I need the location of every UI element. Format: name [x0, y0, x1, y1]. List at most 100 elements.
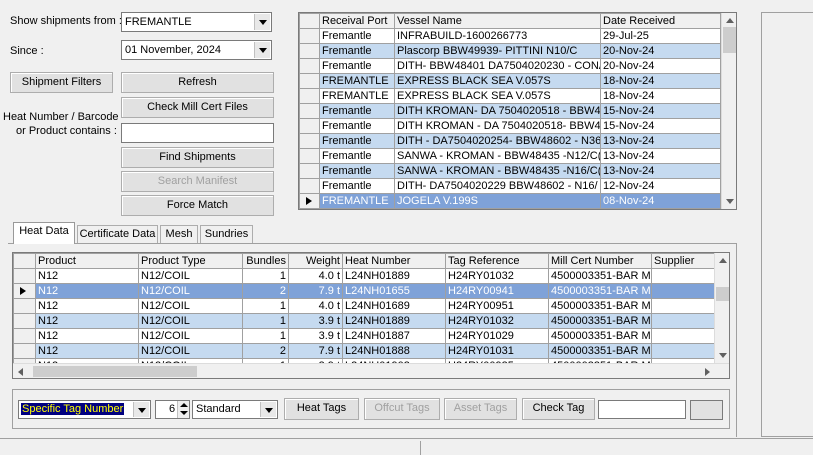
heat-mill-cert-cell[interactable]: 4500003351-BAR M	[548, 313, 652, 329]
shipment-port-cell[interactable]: Fremantle	[319, 58, 395, 74]
shipment-date-cell[interactable]: 13-Nov-24	[600, 148, 721, 164]
shipment-port-cell[interactable]: Fremantle	[319, 43, 395, 59]
heat-mill-cert-cell[interactable]: 4500003351-BAR M	[548, 283, 652, 299]
row-indicator[interactable]	[299, 28, 320, 44]
shipment-date-cell[interactable]: 18-Nov-24	[600, 88, 721, 104]
heat-supplier-cell[interactable]	[651, 268, 716, 284]
col-product-type[interactable]: Product Type	[138, 253, 243, 269]
refresh-button[interactable]: Refresh	[121, 72, 274, 93]
row-indicator[interactable]	[299, 58, 320, 74]
tab-sundries[interactable]: Sundries	[200, 225, 253, 244]
chevron-down-icon[interactable]	[260, 402, 276, 417]
heat-number-cell[interactable]: L24NH01888	[342, 343, 446, 359]
row-indicator[interactable]	[299, 133, 320, 149]
shipment-date-cell[interactable]: 20-Nov-24	[600, 43, 721, 59]
shipment-row[interactable]: FREMANTLE EXPRESS BLACK SEA V.057S 18-Nov-…	[299, 73, 721, 89]
shipment-vessel-cell[interactable]: DITH - DA7504020254- BBW48602 - N36	[394, 133, 601, 149]
col-date-received[interactable]: Date Received	[600, 13, 721, 29]
shipment-vessel-cell[interactable]: DITH KROMAN- DA 7504020518 - BBW4	[394, 103, 601, 119]
shipment-date-cell[interactable]: 15-Nov-24	[600, 103, 721, 119]
current-row-pointer-icon[interactable]	[13, 283, 36, 299]
heat-tag-reference-cell[interactable]: H24RY00941	[445, 283, 549, 299]
port-select[interactable]: FREMANTLE	[121, 12, 272, 32]
shipment-vessel-cell[interactable]: SANWA - KROMAN - BBW48435 -N12/C(	[394, 148, 601, 164]
shipment-vessel-cell[interactable]: DITH KROMAN - DA 7504020518- BBW4	[394, 118, 601, 134]
scroll-thumb[interactable]	[33, 366, 197, 377]
heat-product-type-cell[interactable]: N12/COIL	[138, 328, 243, 344]
col-receival-port[interactable]: Receival Port	[319, 13, 395, 29]
heat-bundles-cell[interactable]: 2	[242, 343, 289, 359]
shipment-date-cell[interactable]: 13-Nov-24	[600, 163, 721, 179]
heat-weight-cell[interactable]: 4.0 t	[288, 268, 343, 284]
chevron-down-icon[interactable]	[254, 14, 270, 30]
heat-product-type-cell[interactable]: N12/COIL	[138, 313, 243, 329]
row-indicator[interactable]	[13, 313, 36, 329]
col-vessel-name[interactable]: Vessel Name	[394, 13, 601, 29]
heat-product-cell[interactable]: N12	[35, 313, 139, 329]
heat-tag-reference-cell[interactable]: H24RY01031	[445, 343, 549, 359]
shipment-port-cell[interactable]: Fremantle	[319, 148, 395, 164]
shipment-port-cell[interactable]: Fremantle	[319, 103, 395, 119]
shipment-date-cell[interactable]: 08-Nov-24	[600, 193, 721, 209]
shipment-vessel-cell[interactable]: EXPRESS BLACK SEA V.057S	[394, 73, 601, 89]
standard-select[interactable]: Standard	[192, 400, 278, 419]
shipment-vessel-cell[interactable]: EXPRESS BLACK SEA V.057S	[394, 88, 601, 104]
scroll-up-icon[interactable]	[719, 258, 727, 263]
check-tag-input[interactable]	[598, 400, 686, 419]
shipment-port-cell[interactable]: Fremantle	[319, 178, 395, 194]
current-row-pointer-icon[interactable]	[299, 193, 320, 209]
heat-tag-reference-cell[interactable]: H24RY01029	[445, 328, 549, 344]
heat-row[interactable]: N12 N12/COIL 1 3.9 t L24NH01889 H24RY01032 450…	[13, 313, 716, 329]
row-indicator[interactable]	[13, 268, 36, 284]
shipment-row[interactable]: Fremantle SANWA - KROMAN - BBW48435 -N12/…	[299, 148, 721, 164]
shipment-vessel-cell[interactable]: Plascorp BBW49939- PITTINI N10/C	[394, 43, 601, 59]
shipment-vessel-cell[interactable]: SANWA - KROMAN - BBW48435 -N16/C(	[394, 163, 601, 179]
heat-weight-cell[interactable]: 7.9 t	[288, 343, 343, 359]
heat-bundles-cell[interactable]: 2	[242, 283, 289, 299]
find-shipments-button[interactable]: Find Shipments	[121, 147, 274, 168]
heat-number-cell[interactable]: L24NH01889	[342, 268, 446, 284]
heat-weight-cell[interactable]: 7.9 t	[288, 283, 343, 299]
shipment-date-cell[interactable]: 12-Nov-24	[600, 178, 721, 194]
scroll-thumb[interactable]	[723, 27, 736, 53]
shipment-row[interactable]: Fremantle DITH KROMAN- DA 7504020518 - BB…	[299, 103, 721, 119]
row-indicator[interactable]	[299, 148, 320, 164]
row-indicator[interactable]	[299, 103, 320, 119]
shipment-row[interactable]: Fremantle DITH- DA7504020229 BBW48602 - N…	[299, 178, 721, 194]
heat-tag-reference-cell[interactable]: H24RY01032	[445, 268, 549, 284]
heat-product-type-cell[interactable]: N12/COIL	[138, 268, 243, 284]
col-heat-number[interactable]: Heat Number	[342, 253, 446, 269]
heat-supplier-cell[interactable]	[651, 343, 716, 359]
row-indicator[interactable]	[299, 178, 320, 194]
shipment-row[interactable]: Fremantle Plascorp BBW49939- PITTINI N10/…	[299, 43, 721, 59]
heat-product-cell[interactable]: N12	[35, 298, 139, 314]
heat-supplier-cell[interactable]	[651, 283, 716, 299]
shipment-port-cell[interactable]: Fremantle	[319, 133, 395, 149]
heat-row[interactable]: N12 N12/COIL 1 4.0 t L24NH01889 H24RY01032 450…	[13, 268, 716, 284]
shipment-row[interactable]: Fremantle INFRABUILD-1600266773 29-Jul-25	[299, 28, 721, 44]
heat-weight-cell[interactable]: 3.9 t	[288, 328, 343, 344]
check-tag-button[interactable]: Check Tag	[522, 398, 595, 420]
shipment-date-cell[interactable]: 15-Nov-24	[600, 118, 721, 134]
row-indicator[interactable]	[299, 88, 320, 104]
heat-number-cell[interactable]: L24NH01689	[342, 298, 446, 314]
scroll-right-icon[interactable]	[705, 368, 710, 376]
shipment-port-cell[interactable]: Fremantle	[319, 28, 395, 44]
tab-mesh[interactable]: Mesh	[160, 225, 198, 244]
heat-supplier-cell[interactable]	[651, 313, 716, 329]
force-match-button[interactable]: Force Match	[121, 195, 274, 216]
heat-number-cell[interactable]: L24NH01889	[342, 313, 446, 329]
col-supplier[interactable]: Supplier	[651, 253, 716, 269]
row-indicator[interactable]	[13, 343, 36, 359]
shipment-date-cell[interactable]: 29-Jul-25	[600, 28, 721, 44]
scroll-left-icon[interactable]	[18, 368, 23, 376]
heat-tag-reference-cell[interactable]: H24RY00951	[445, 298, 549, 314]
shipment-row[interactable]: Fremantle DITH KROMAN - DA 7504020518- BB…	[299, 118, 721, 134]
shipment-vessel-cell[interactable]: DITH- BBW48401 DA7504020230 - CONA	[394, 58, 601, 74]
shipments-vscrollbar[interactable]	[721, 13, 736, 209]
heat-product-cell[interactable]: N12	[35, 343, 139, 359]
tag-mode-select[interactable]: Specific Tag Number	[18, 400, 151, 419]
heat-search-input[interactable]	[121, 123, 274, 143]
asset-tags-button[interactable]: Asset Tags	[444, 398, 517, 420]
heat-data-grid[interactable]: Product Product Type Bundles Weight Heat…	[12, 252, 730, 379]
